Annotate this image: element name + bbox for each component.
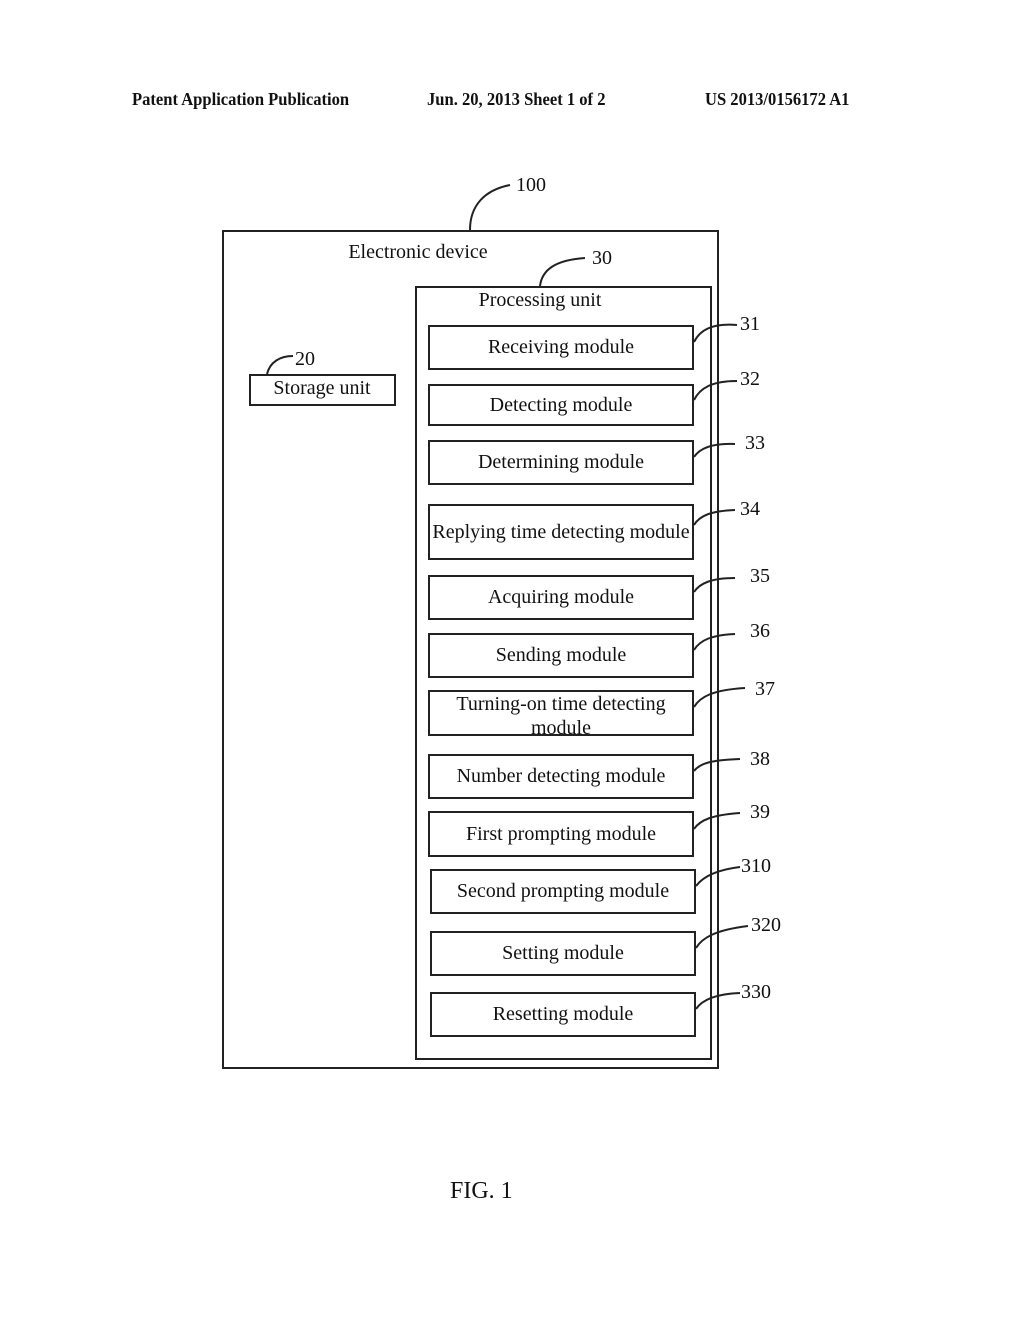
leader-line-36 [693,633,736,651]
leader-line-31 [693,323,738,343]
leader-lines [266,184,749,1010]
leader-line-32 [693,380,738,401]
leader-line-38 [693,758,741,772]
leader-line-37 [693,687,746,708]
leader-line-storage [266,355,294,375]
leader-line-33 [693,442,736,458]
leader-line-310 [695,866,741,887]
leader-line-39 [693,812,741,830]
leader-line-320 [695,925,749,949]
figure-caption: FIG. 1 [450,1178,513,1204]
leader-line-device [469,184,511,231]
leader-line-35 [693,577,736,593]
leader-line-34 [693,509,736,526]
leader-line-processing [539,257,586,287]
leader-line-330 [695,992,741,1010]
